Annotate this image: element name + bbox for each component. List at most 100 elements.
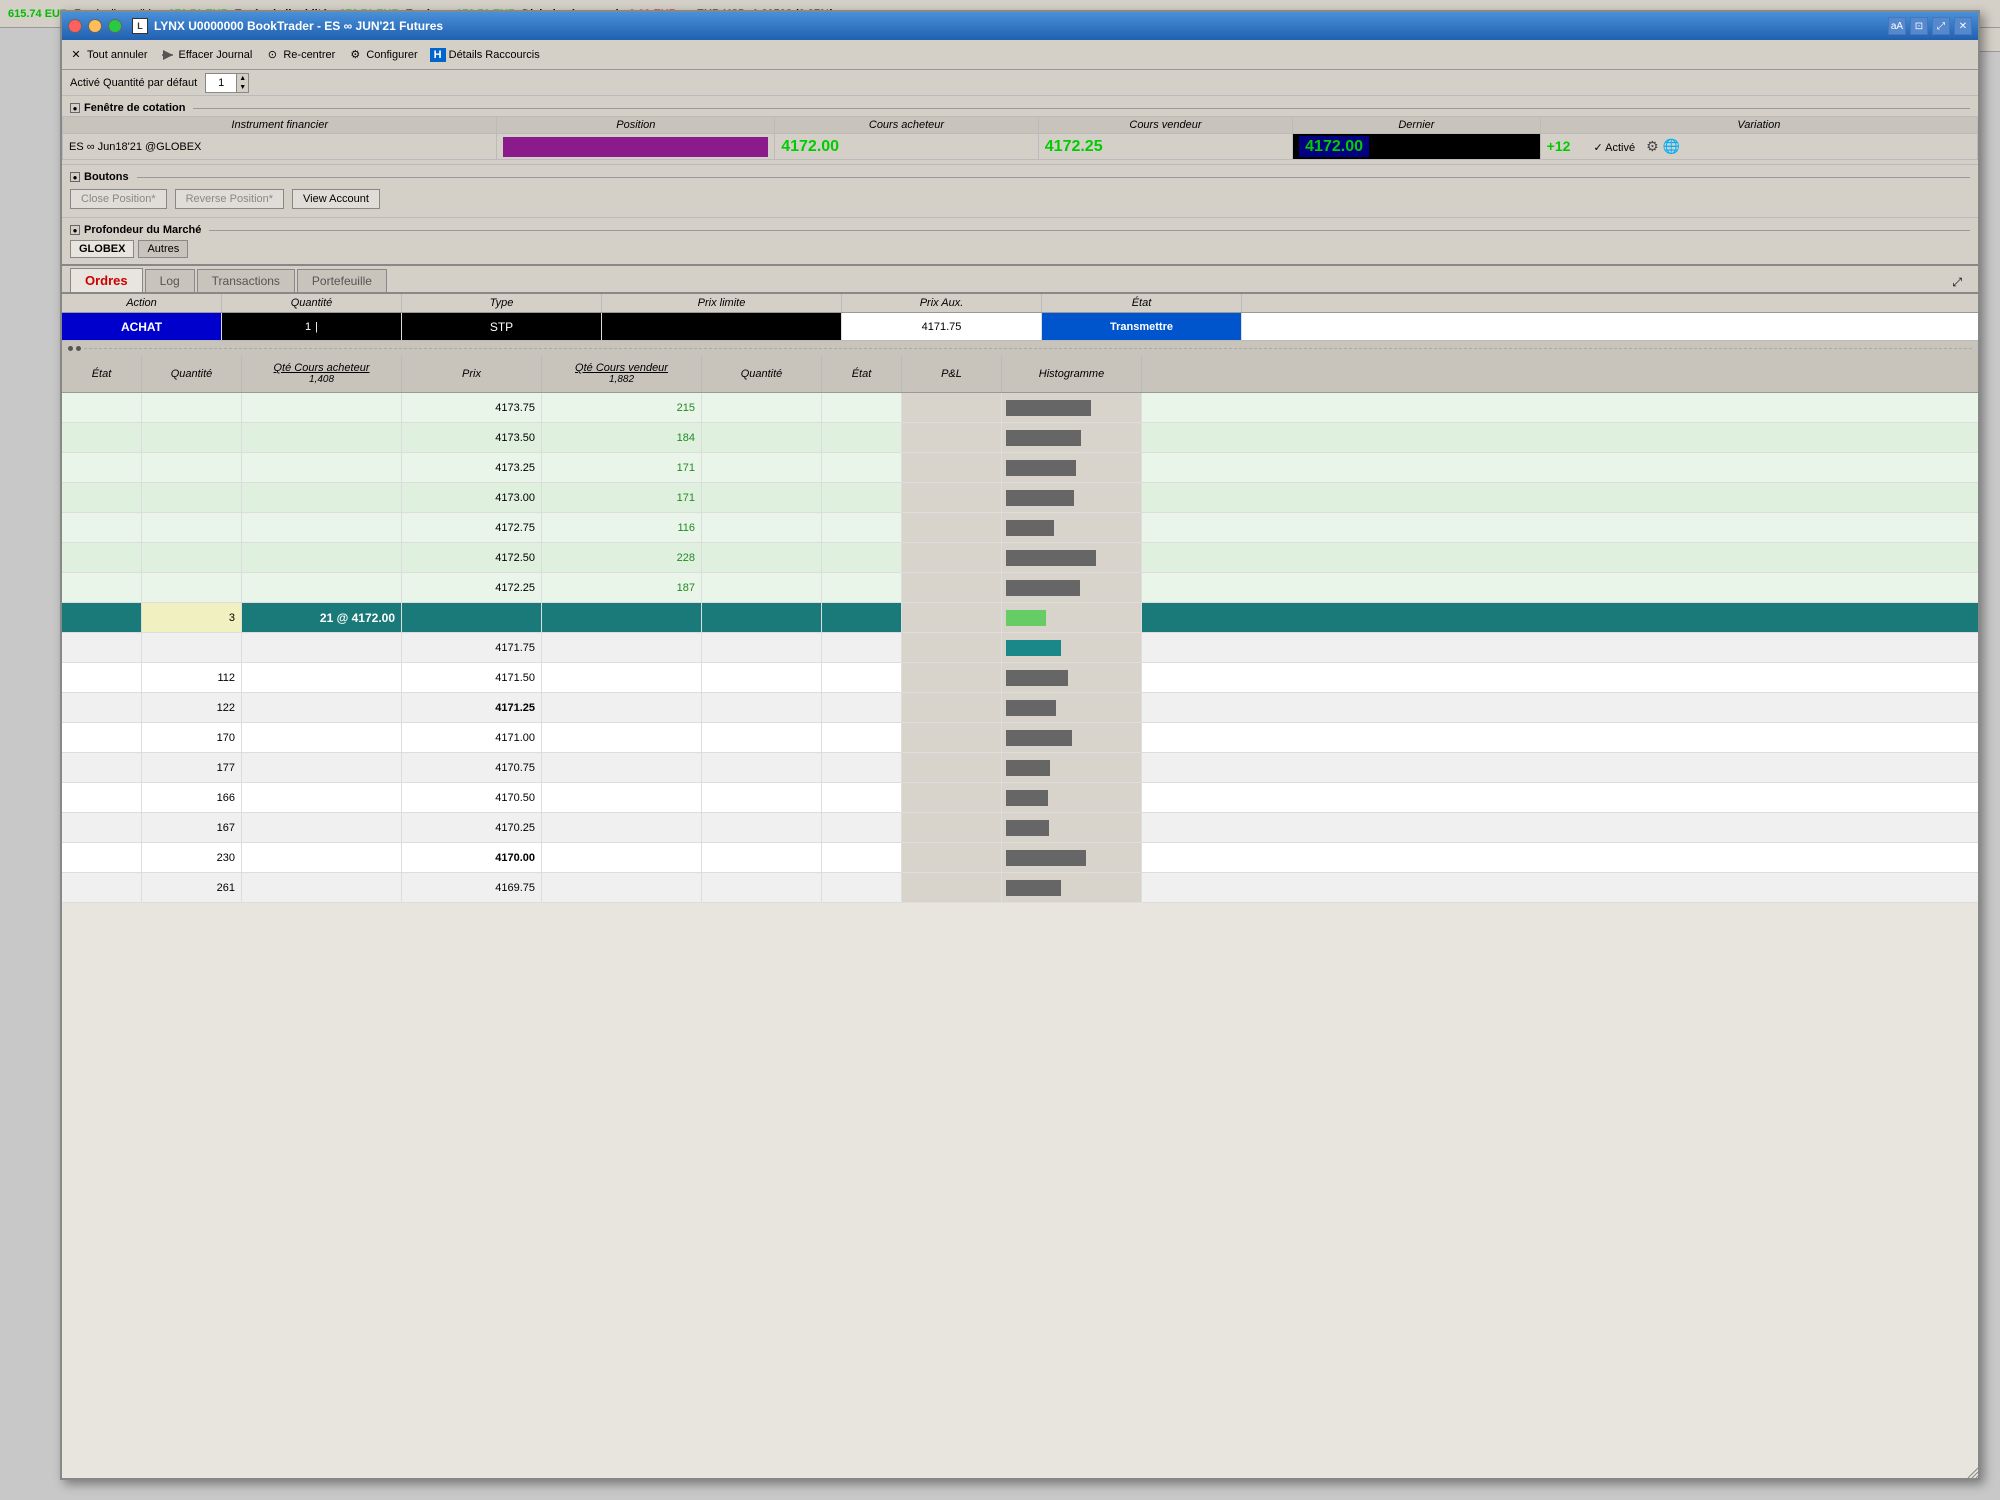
depth-row[interactable]: 166 4170.50 [62, 783, 1978, 813]
order-type-cell: STP [402, 313, 602, 340]
hotkeys-button[interactable]: H Détails Raccourcis [430, 48, 540, 62]
quantity-value: 1 [206, 77, 236, 89]
close-x-button[interactable]: ✕ [1954, 17, 1972, 35]
tab-portefeuille[interactable]: Portefeuille [297, 269, 387, 292]
depth-qty2 [702, 753, 822, 782]
depth-row[interactable]: 4173.25 171 [62, 453, 1978, 483]
tab-log[interactable]: Log [145, 269, 195, 292]
depth-row[interactable]: 4173.50 184 [62, 423, 1978, 453]
depth-price [402, 603, 542, 632]
depth-bid-qty[interactable]: 21 @ 4172.00 [242, 603, 402, 632]
col-instrument: Instrument financier [63, 117, 497, 134]
cotation-active-label: ✓ Activé [1593, 142, 1635, 154]
depth-row[interactable]: 4172.75 116 [62, 513, 1978, 543]
close-position-button[interactable]: Close Position* [70, 189, 167, 209]
depth-pl [902, 633, 1002, 662]
depth-hist [1002, 603, 1142, 632]
tab-ordres[interactable]: Ordres [70, 268, 143, 292]
depth-etat [62, 813, 142, 842]
main-window: L LYNX U0000000 BookTrader - ES ∞ JUN'21… [60, 10, 1980, 1480]
cotation-instrument-cell: ES ∞ Jun18'21 @GLOBEX [63, 134, 497, 160]
order-etat-cell[interactable]: Transmettre [1042, 313, 1242, 340]
depth-row[interactable]: 4173.75 215 [62, 393, 1978, 423]
col-ask: Cours vendeur [1038, 117, 1292, 134]
depth-col-ask: Qté Cours vendeur 1,882 [542, 355, 702, 392]
depth-qty: 112 [142, 663, 242, 692]
market-depth: État Quantité Qté Cours acheteur 1,408 P… [62, 355, 1978, 903]
profondeur-tabs: GLOBEX Autres [62, 238, 1978, 260]
effacer-label: Effacer Journal [179, 49, 253, 61]
depth-row[interactable]: 230 4170.00 [62, 843, 1978, 873]
tout-annuler-icon: ✕ [68, 47, 84, 63]
depth-pl [902, 873, 1002, 902]
close-button[interactable] [68, 19, 82, 33]
resize-handle[interactable] [1958, 1458, 1978, 1478]
depth-etat2 [822, 873, 902, 902]
depth-ask-qty [542, 873, 702, 902]
depth-qty2 [702, 693, 822, 722]
depth-etat2 [822, 483, 902, 512]
depth-qty2 [702, 573, 822, 602]
configurer-icon: ⚙ [347, 47, 363, 63]
order-prix-cell [602, 313, 842, 340]
depth-qty: 167 [142, 813, 242, 842]
depth-qty: 261 [142, 873, 242, 902]
depth-row[interactable]: 167 4170.25 [62, 813, 1978, 843]
depth-qty: 122 [142, 693, 242, 722]
boutons-toggle[interactable]: ● [70, 172, 80, 182]
depth-etat [62, 873, 142, 902]
depth-bid-qty [242, 423, 402, 452]
depth-row[interactable]: 261 4169.75 [62, 873, 1978, 903]
tab-transactions[interactable]: Transactions [197, 269, 295, 292]
maximize-button[interactable] [108, 19, 122, 33]
depth-price: 4173.00 [402, 483, 542, 512]
depth-qty2 [702, 603, 822, 632]
depth-qty2 [702, 873, 822, 902]
tab-globex[interactable]: GLOBEX [70, 240, 134, 258]
recentrer-label: Re-centrer [283, 49, 335, 61]
quantity-spinbox[interactable]: 1 ▲ ▼ [205, 73, 249, 93]
bid-header-label: Qté Cours acheteur [274, 362, 370, 374]
depth-row[interactable]: 112 4171.50 [62, 663, 1978, 693]
restore-button[interactable]: ⊡ [1910, 17, 1928, 35]
depth-ask-qty [542, 723, 702, 752]
depth-bid-qty [242, 693, 402, 722]
depth-row[interactable]: 4172.50 228 [62, 543, 1978, 573]
cotation-toggle[interactable]: ● [70, 103, 80, 113]
qty-up-arrow[interactable]: ▲ [236, 74, 248, 83]
depth-row[interactable]: 3 21 @ 4172.00 [62, 603, 1978, 633]
depth-etat [62, 633, 142, 662]
recentrer-button[interactable]: ⊙ Re-centrer [264, 47, 335, 63]
fullscreen-button[interactable]: ⤢ [1932, 17, 1950, 35]
order-action-cell: ACHAT [62, 313, 222, 340]
depth-row[interactable]: 177 4170.75 [62, 753, 1978, 783]
depth-etat2 [822, 393, 902, 422]
depth-row[interactable]: 170 4171.00 [62, 723, 1978, 753]
tout-annuler-button[interactable]: ✕ Tout annuler [68, 47, 148, 63]
cotation-icons[interactable]: ⚙ 🌐 [1646, 138, 1680, 154]
reverse-position-button[interactable]: Reverse Position* [175, 189, 284, 209]
aa-button[interactable]: aA [1888, 17, 1906, 35]
effacer-journal-button[interactable]: Effacer Journal [160, 47, 253, 63]
tab-autres[interactable]: Autres [138, 240, 188, 258]
ask-header-label: Qté Cours vendeur [575, 362, 668, 374]
depth-pl [902, 783, 1002, 812]
depth-row[interactable]: 122 4171.25 [62, 693, 1978, 723]
depth-row[interactable]: 4173.00 171 [62, 483, 1978, 513]
view-account-button[interactable]: View Account [292, 189, 380, 209]
depth-row[interactable]: 4172.25 187 [62, 573, 1978, 603]
left-balance-label: 615.74 EUR [8, 8, 68, 20]
minimize-button[interactable] [88, 19, 102, 33]
profondeur-section-line [209, 230, 1970, 231]
depth-etat [62, 453, 142, 482]
cotation-title: Fenêtre de cotation [84, 102, 185, 114]
configurer-button[interactable]: ⚙ Configurer [347, 47, 417, 63]
profondeur-toggle[interactable]: ● [70, 225, 80, 235]
depth-row[interactable]: 4171.75 [62, 633, 1978, 663]
depth-qty2 [702, 483, 822, 512]
depth-col-qty2: Quantité [702, 355, 822, 392]
qty-down-arrow[interactable]: ▼ [236, 83, 248, 92]
cotation-section: ● Fenêtre de cotation Instrument financi… [62, 96, 1978, 165]
qty-arrows[interactable]: ▲ ▼ [236, 74, 248, 92]
resize-icon-top[interactable]: ⤢ [1944, 273, 1970, 292]
